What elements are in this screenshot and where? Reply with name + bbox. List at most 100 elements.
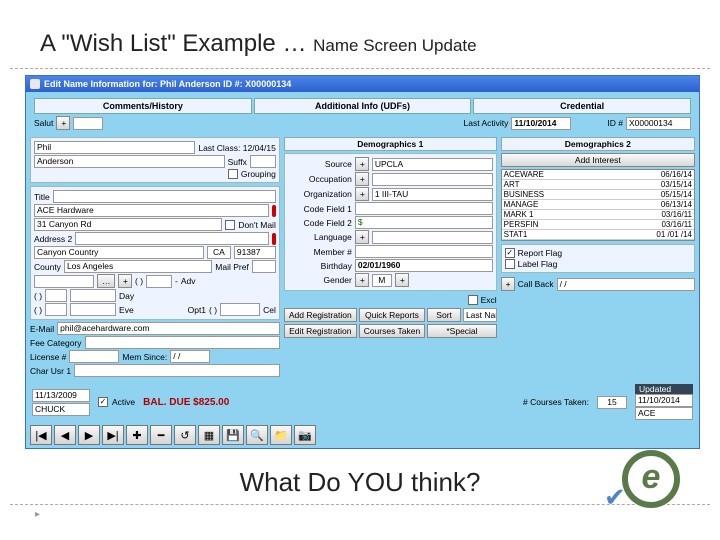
last-name-field[interactable]: Anderson xyxy=(34,155,225,168)
callback-plus-button[interactable]: + xyxy=(501,277,515,291)
license-label: License # xyxy=(30,352,66,362)
fee-category-field[interactable] xyxy=(85,336,280,349)
organization-field[interactable]: 1 III-TAU xyxy=(372,188,493,201)
photo-button[interactable]: 📷 xyxy=(294,425,316,445)
city-field[interactable]: Canyon Country xyxy=(34,246,204,259)
gender-plus2-button[interactable]: + xyxy=(395,273,409,287)
code2-label: Code Field 2 xyxy=(288,218,352,228)
report-flag-label: Report Flag xyxy=(518,248,562,258)
add-record-button[interactable]: ✚ xyxy=(126,425,148,445)
day-area-field[interactable] xyxy=(45,289,67,302)
callback-label: Call Back xyxy=(518,279,554,289)
email-label: E-Mail xyxy=(30,324,54,334)
eve-label: Eve xyxy=(119,305,134,315)
cel-field[interactable] xyxy=(220,303,260,316)
id-value: X00000134 xyxy=(626,117,691,130)
title-field[interactable] xyxy=(53,190,276,203)
nav-prev-button[interactable]: ◀ xyxy=(54,425,76,445)
excl-checkbox[interactable] xyxy=(468,295,478,305)
country-field[interactable] xyxy=(34,275,94,288)
label-flag-checkbox[interactable] xyxy=(505,259,515,269)
tab-demographics-1[interactable]: Demographics 1 xyxy=(284,137,497,151)
salut-plus-button[interactable]: + xyxy=(56,116,70,130)
state-field[interactable]: CA xyxy=(207,246,231,259)
delete-record-button[interactable]: ━ xyxy=(150,425,172,445)
dont-mail-checkbox[interactable] xyxy=(225,220,235,230)
char-usr1-field[interactable] xyxy=(74,364,280,377)
gender-plus-button[interactable]: + xyxy=(355,273,369,287)
open-folder-button[interactable]: 📁 xyxy=(270,425,292,445)
country-dropdown-button[interactable]: … xyxy=(97,274,115,288)
slide-nav-arrow-icon: ▸ xyxy=(35,509,40,520)
phone-paren: ( ) xyxy=(135,276,143,286)
report-flag-checkbox[interactable]: ✓ xyxy=(505,248,515,258)
sort-button[interactable]: Sort xyxy=(427,308,461,322)
tab-comments-history[interactable]: Comments/History xyxy=(34,98,252,114)
search-button[interactable]: 🔍 xyxy=(246,425,268,445)
courses-taken-label: # Courses Taken: xyxy=(523,397,589,407)
mail-pref-label: Mail Pref xyxy=(215,262,249,272)
active-checkbox[interactable]: ✓ xyxy=(98,397,108,407)
special-button[interactable]: *Special xyxy=(427,324,496,338)
organization-plus-button[interactable]: + xyxy=(355,187,369,201)
callback-field[interactable]: / / xyxy=(557,278,695,291)
language-field[interactable] xyxy=(372,231,493,244)
sort-value[interactable]: Last Name, Fir xyxy=(463,308,497,322)
quick-reports-button[interactable]: Quick Reports xyxy=(359,308,426,322)
balance-due: BAL. DUE $825.00 xyxy=(143,397,229,408)
salut-field[interactable] xyxy=(73,117,103,130)
grouping-checkbox[interactable] xyxy=(228,169,238,179)
member-label: Member # xyxy=(288,247,352,257)
source-field[interactable]: UPCLA xyxy=(372,158,493,171)
county-label: County xyxy=(34,262,61,272)
license-field[interactable] xyxy=(69,350,119,363)
source-plus-button[interactable]: + xyxy=(355,157,369,171)
nav-first-button[interactable]: |◀ xyxy=(30,425,52,445)
address2-field[interactable] xyxy=(75,232,269,245)
eve-num-field[interactable] xyxy=(70,303,116,316)
phone-plus-button[interactable]: + xyxy=(118,274,132,288)
eve-area-field[interactable] xyxy=(45,303,67,316)
footer-user-field: CHUCK xyxy=(32,403,90,416)
add-interest-button[interactable]: Add Interest xyxy=(501,153,695,167)
undo-button[interactable]: ↺ xyxy=(174,425,196,445)
language-plus-button[interactable]: + xyxy=(355,230,369,244)
suffix-field[interactable] xyxy=(250,155,276,168)
gender-field[interactable]: M xyxy=(372,274,392,287)
cel-label: Cel xyxy=(263,305,276,315)
tab-credential[interactable]: Credential xyxy=(473,98,691,114)
street-field[interactable]: 31 Canyon Rd xyxy=(34,218,222,231)
day-num-field[interactable] xyxy=(70,289,116,302)
interest-list[interactable]: ACEWARE06/16/14 ART03/15/14 BUSINESS05/1… xyxy=(501,169,695,241)
member-field[interactable] xyxy=(355,245,493,258)
code2-field[interactable]: $ xyxy=(355,216,493,229)
mem-since-field[interactable]: / / xyxy=(170,350,210,363)
first-name-field[interactable]: Phil xyxy=(34,141,195,154)
opt1-label: Opt1 xyxy=(188,305,206,315)
code1-field[interactable] xyxy=(355,202,493,215)
nav-last-button[interactable]: ▶| xyxy=(102,425,124,445)
language-label: Language xyxy=(288,232,352,242)
tab-demographics-2[interactable]: Demographics 2 xyxy=(501,137,695,151)
add-registration-button[interactable]: Add Registration xyxy=(284,308,357,322)
phone-area-field[interactable] xyxy=(146,275,172,288)
excl-label: Excl xyxy=(481,295,497,305)
window-titlebar: Edit Name Information for: Phil Anderson… xyxy=(26,76,699,92)
birthday-field[interactable]: 02/01/1960 xyxy=(355,259,493,272)
birthday-label: Birthday xyxy=(288,261,352,271)
mail-pref-field[interactable] xyxy=(252,260,276,273)
firm-field[interactable]: ACE Hardware xyxy=(34,204,269,217)
occupation-plus-button[interactable]: + xyxy=(355,172,369,186)
checkmark-icon xyxy=(604,482,634,512)
email-field[interactable]: phil@acehardware.com xyxy=(57,322,280,335)
tab-additional-info[interactable]: Additional Info (UDFs) xyxy=(254,98,472,114)
zip-field[interactable]: 91387 xyxy=(234,246,276,259)
courses-taken-button[interactable]: Courses Taken xyxy=(359,324,426,338)
edit-registration-button[interactable]: Edit Registration xyxy=(284,324,357,338)
occupation-field[interactable] xyxy=(372,173,493,186)
gender-label: Gender xyxy=(288,275,352,285)
nav-next-button[interactable]: ▶ xyxy=(78,425,100,445)
county-field[interactable]: Los Angeles xyxy=(64,260,212,273)
grid-button[interactable]: ▦ xyxy=(198,425,220,445)
save-button[interactable]: 💾 xyxy=(222,425,244,445)
